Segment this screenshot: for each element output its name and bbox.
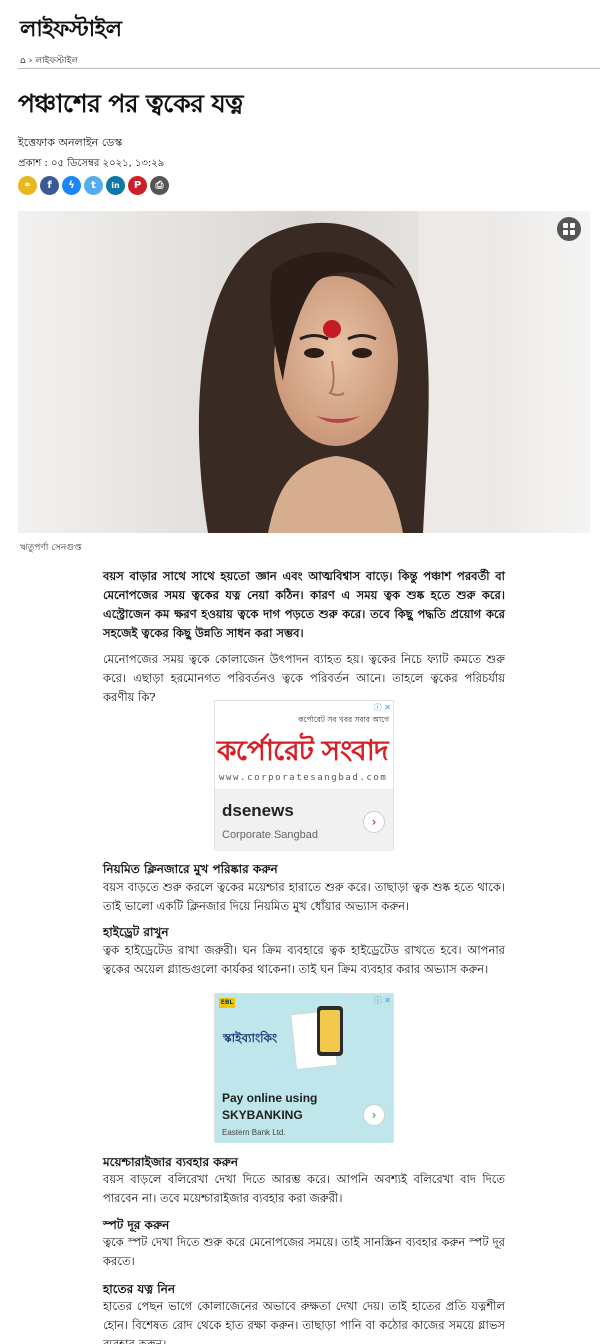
ad-brand: কর্পোরেট সংবাদ: [217, 734, 389, 767]
article-paragraph: মেনোপজের সময় ত্বকে কোলাজেন উৎপাদন ব্যাহ…: [103, 652, 505, 704]
ad-close-icon[interactable]: ⓘ ✕: [374, 702, 391, 713]
section-title[interactable]: লাইফস্টাইল: [20, 12, 122, 49]
section-text: হাতের পেছন ভাগে কোলাজেনের অভাবে রুক্ষতা …: [103, 1299, 505, 1344]
ad-subtitle: Eastern Bank Ltd.: [222, 1128, 286, 1137]
print-icon[interactable]: ⎙: [150, 176, 169, 195]
article-author[interactable]: ইত্তেফাক অনলাইন ডেস্ক: [18, 134, 122, 153]
article-photo[interactable]: [18, 211, 590, 533]
breadcrumb: ⌂ › লাইফস্টাইল: [20, 53, 78, 68]
breadcrumb-separator: ›: [28, 55, 33, 66]
linkedin-icon[interactable]: in: [106, 176, 125, 195]
ad-close-icon[interactable]: ⓘ ✕: [374, 995, 391, 1006]
gallery-icon[interactable]: [557, 217, 581, 241]
ad-badge: EBL: [219, 998, 235, 1008]
share-buttons: ⚭ f ϟ t in P ⎙: [18, 176, 169, 195]
ad-arrow-icon[interactable]: ›: [363, 811, 385, 833]
section-text: বয়স বাড়তে শুরু করলে ত্বকের ময়েশ্চার হ…: [103, 880, 505, 913]
advertisement[interactable]: ⓘ ✕ EBL স্কাইব্যাংকিং Pay online using S…: [214, 993, 394, 1143]
ad-tagline: কর্পোরেট সব খবর সবার আগে: [298, 715, 389, 724]
copy-link-icon[interactable]: ⚭: [18, 176, 37, 195]
article-headline: পঞ্চাশের পর ত্বকের যত্ন: [18, 89, 244, 118]
home-icon[interactable]: ⌂: [20, 56, 26, 66]
publish-date: প্রকাশ : ০৫ ডিসেম্বর ২০২১, ১৩:২৯: [18, 158, 165, 169]
ad-title: Pay online using SKYBANKING: [222, 1091, 318, 1122]
photo-caption: ঋতুপর্ণা সেনগুপ্ত: [20, 543, 82, 553]
ad-subtitle: Corporate Sangbad: [222, 829, 319, 841]
advertisement[interactable]: ⓘ ✕ কর্পোরেট সব খবর সবার আগে কর্পোরেট সং…: [214, 700, 394, 851]
section-text: ত্বক হাইড্রেটেড রাখা জরুরী। ঘন ক্রিম ব্য…: [103, 943, 505, 976]
divider: [18, 68, 600, 69]
twitter-icon[interactable]: t: [84, 176, 103, 195]
breadcrumb-current[interactable]: লাইফস্টাইল: [35, 53, 78, 68]
ad-title: dsenews: [222, 801, 294, 820]
portrait-illustration: [18, 211, 590, 533]
phone-illustration: [290, 1004, 357, 1074]
ad-arrow-icon[interactable]: ›: [363, 1104, 385, 1126]
ad-brand: স্কাইব্যাংকিং: [223, 1031, 278, 1045]
messenger-icon[interactable]: ϟ: [62, 176, 81, 195]
section-text: ত্বকে স্পট দেখা দিতে শুরু করে মেনোপজের স…: [103, 1235, 505, 1268]
section-text: বয়স বাড়লে বলিরেখা দেখা দিতে আরম্ভ করে।…: [103, 1172, 505, 1205]
ad-url: www.corporatesangbad.com: [219, 773, 388, 783]
pinterest-icon[interactable]: P: [128, 176, 147, 195]
facebook-icon[interactable]: f: [40, 176, 59, 195]
article-lead: বয়স বাড়ার সাথে সাথে হয়তো জ্ঞান এবং আত…: [103, 569, 505, 640]
